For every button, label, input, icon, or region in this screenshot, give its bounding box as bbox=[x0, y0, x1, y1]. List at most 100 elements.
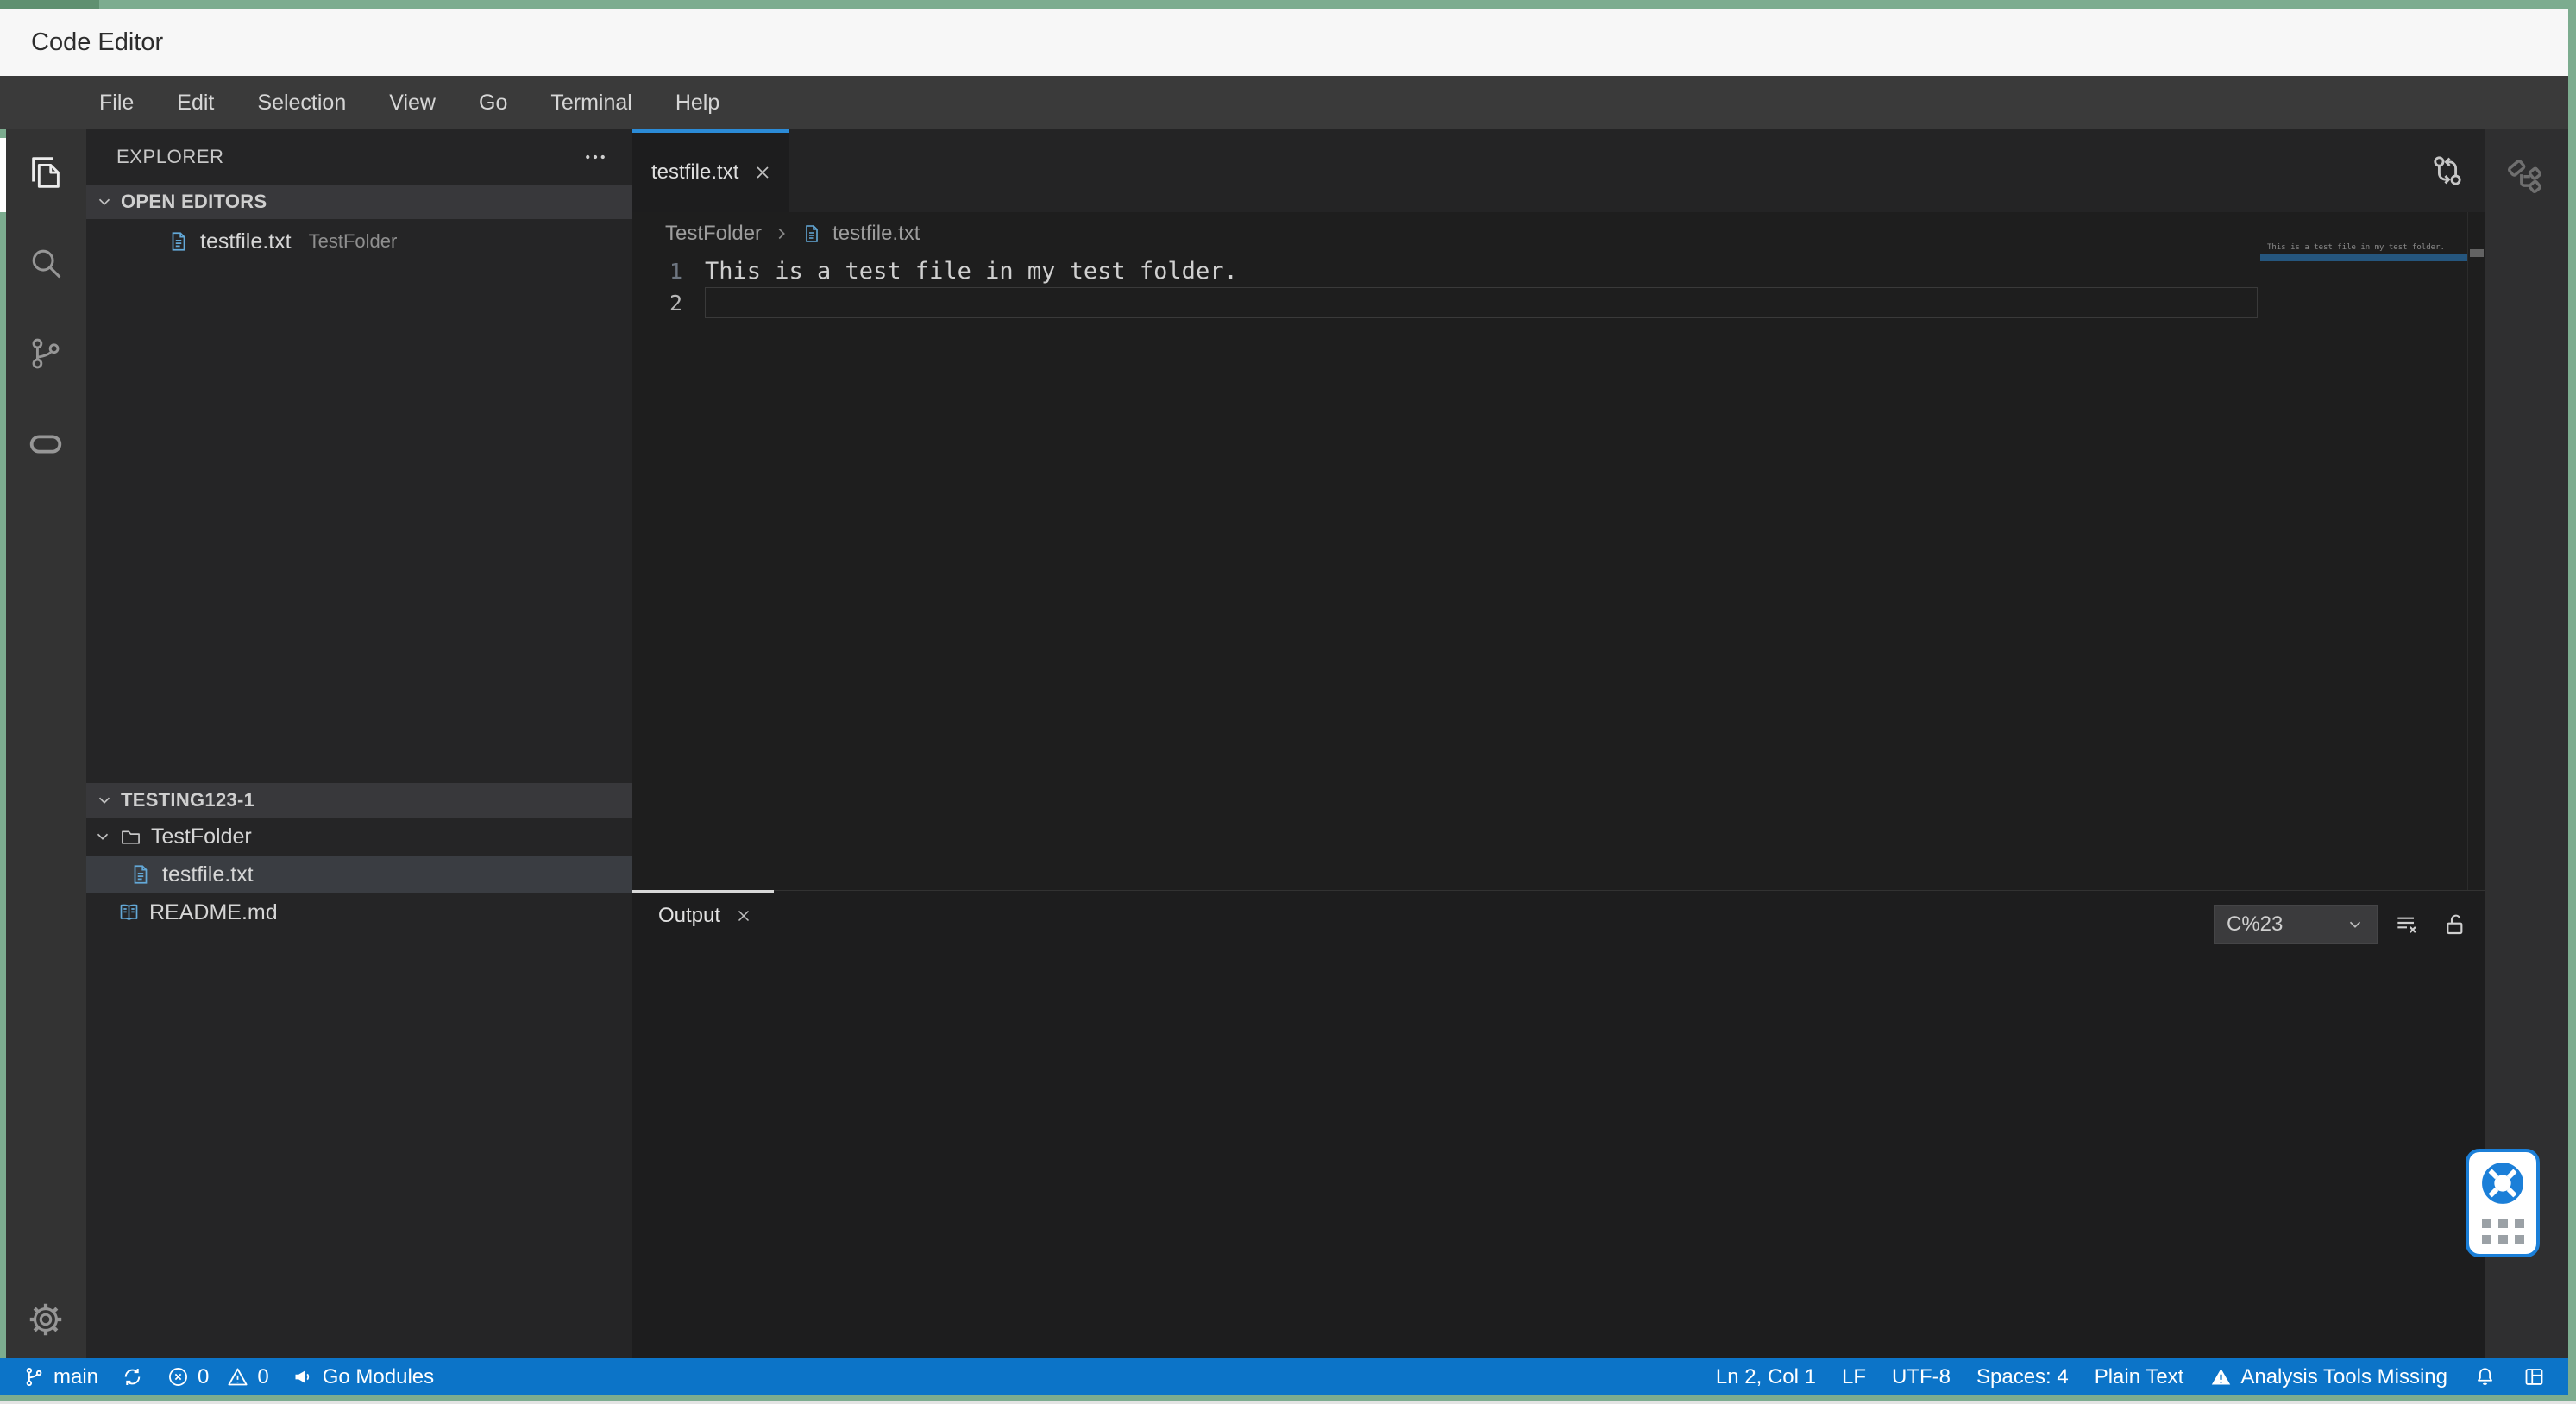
folder-name: TestFolder bbox=[151, 824, 252, 849]
hierarchy-icon[interactable] bbox=[2504, 155, 2548, 200]
line-number-2: 2 bbox=[669, 291, 682, 316]
encoding-indicator[interactable]: UTF-8 bbox=[1892, 1358, 1951, 1395]
window-border-left bbox=[0, 129, 6, 1358]
scrollbar-thumb[interactable] bbox=[2470, 249, 2484, 257]
open-editor-file-name: testfile.txt bbox=[200, 229, 292, 254]
code-line-1: 1 This is a test file in my test folder. bbox=[632, 255, 2485, 287]
menu-item-go[interactable]: Go bbox=[462, 85, 524, 121]
go-modules-status[interactable]: Go Modules bbox=[292, 1358, 434, 1395]
close-icon[interactable] bbox=[752, 162, 773, 183]
panel-tab-label: Output bbox=[658, 904, 721, 927]
open-editors-section[interactable]: OPEN EDITORS bbox=[86, 185, 632, 219]
editor-scrollbar[interactable] bbox=[2467, 212, 2485, 890]
minimap-line-text: This is a test file in my test folder. bbox=[2267, 243, 2445, 252]
warning-count: 0 bbox=[257, 1364, 269, 1388]
cursor-position[interactable]: Ln 2, Col 1 bbox=[1716, 1358, 1816, 1395]
source-control-icon[interactable] bbox=[26, 334, 66, 373]
search-icon[interactable] bbox=[26, 243, 66, 283]
status-left: main 0 0 Go Modules bbox=[22, 1358, 434, 1395]
minimap[interactable]: This is a test file in my test folder. bbox=[2260, 238, 2467, 290]
status-right: Ln 2, Col 1 LF UTF-8 Spaces: 4 Plain Tex… bbox=[1716, 1358, 2546, 1395]
menu-item-edit[interactable]: Edit bbox=[160, 85, 230, 121]
help-widget[interactable] bbox=[2466, 1149, 2540, 1257]
tab-label: testfile.txt bbox=[651, 160, 739, 184]
menu-item-terminal[interactable]: Terminal bbox=[534, 85, 648, 121]
panel-tab-output[interactable]: Output bbox=[632, 891, 779, 941]
code-editor[interactable]: 1 This is a test file in my test folder.… bbox=[632, 255, 2485, 890]
problems-status[interactable]: 0 0 bbox=[166, 1358, 269, 1395]
layout-icon bbox=[2523, 1365, 2546, 1388]
open-editors-label: OPEN EDITORS bbox=[121, 191, 267, 212]
tree-row-testfolder[interactable]: TestFolder bbox=[86, 818, 632, 856]
explorer-header: EXPLORER bbox=[86, 129, 632, 185]
text-file-icon bbox=[167, 230, 190, 253]
gear-icon[interactable] bbox=[26, 1300, 66, 1339]
sync-icon bbox=[121, 1365, 144, 1388]
editor-group: testfile.txt TestFolder testfile.txt 1 T… bbox=[632, 129, 2485, 1358]
window-border-top-left-segment bbox=[0, 0, 99, 9]
go-modules-label: Go Modules bbox=[322, 1364, 435, 1388]
eol-indicator[interactable]: LF bbox=[1842, 1358, 1866, 1395]
app-window: Code Editor File Edit Selection View Go … bbox=[0, 0, 2576, 1404]
line-number-1: 1 bbox=[669, 259, 682, 284]
git-branch-icon bbox=[22, 1365, 46, 1388]
chevron-down-icon bbox=[95, 791, 114, 810]
analysis-warning-label: Analysis Tools Missing bbox=[2240, 1364, 2447, 1388]
open-editor-file-detail: TestFolder bbox=[308, 230, 398, 252]
panel-controls: C%23 bbox=[2214, 905, 2474, 944]
branch-status[interactable]: main bbox=[22, 1358, 98, 1395]
chevron-right-icon bbox=[772, 224, 791, 243]
output-channel-select[interactable]: C%23 bbox=[2214, 905, 2378, 944]
window-border-top bbox=[0, 0, 2576, 9]
text-file-icon bbox=[129, 863, 152, 886]
output-panel: Output C%23 bbox=[632, 890, 2485, 1358]
indentation-indicator[interactable]: Spaces: 4 bbox=[1976, 1358, 2069, 1395]
selected-file-name: testfile.txt bbox=[162, 862, 254, 887]
bell-icon bbox=[2473, 1365, 2497, 1388]
breadcrumb-folder[interactable]: TestFolder bbox=[665, 222, 762, 246]
chevron-down-icon bbox=[93, 827, 112, 846]
status-bar: main 0 0 Go Modules Ln 2, Col 1 LF UTF-8… bbox=[0, 1358, 2568, 1395]
sync-button[interactable] bbox=[121, 1358, 144, 1395]
chevron-down-icon bbox=[2346, 915, 2365, 934]
title-bar: Code Editor bbox=[0, 9, 2568, 76]
tab-strip: testfile.txt bbox=[632, 129, 2485, 212]
error-count: 0 bbox=[198, 1364, 210, 1388]
tree-row-testfile-selected[interactable]: testfile.txt bbox=[86, 856, 632, 893]
menu-item-file[interactable]: File bbox=[83, 85, 150, 121]
explorer-sidebar: EXPLORER OPEN EDITORS testfile.txt TestF… bbox=[86, 129, 632, 1358]
clear-output-icon[interactable] bbox=[2388, 906, 2426, 943]
language-mode[interactable]: Plain Text bbox=[2095, 1358, 2184, 1395]
warning-icon bbox=[226, 1365, 249, 1388]
tab-testfile[interactable]: testfile.txt bbox=[632, 129, 789, 212]
menu-item-help[interactable]: Help bbox=[659, 85, 736, 121]
breadcrumb-file[interactable]: testfile.txt bbox=[832, 222, 920, 246]
menu-item-selection[interactable]: Selection bbox=[241, 85, 362, 121]
markdown-file-icon bbox=[117, 901, 141, 925]
folder-icon bbox=[119, 825, 142, 849]
branch-name: main bbox=[53, 1364, 99, 1388]
analysis-warning[interactable]: Analysis Tools Missing bbox=[2209, 1358, 2447, 1395]
workspace-section[interactable]: TESTING123-1 bbox=[86, 783, 632, 818]
more-actions-icon[interactable] bbox=[582, 144, 608, 170]
capsule-extension-icon[interactable] bbox=[26, 424, 66, 464]
layout-toggle[interactable] bbox=[2523, 1358, 2546, 1395]
notifications-bell[interactable] bbox=[2473, 1358, 2497, 1395]
open-editor-item-testfile[interactable]: testfile.txt TestFolder bbox=[86, 223, 632, 260]
current-line-highlight bbox=[705, 287, 2258, 318]
lifebuoy-icon[interactable] bbox=[2478, 1158, 2528, 1208]
code-line-1-text: This is a test file in my test folder. bbox=[705, 258, 1238, 285]
explorer-icon[interactable] bbox=[26, 153, 66, 192]
menu-item-view[interactable]: View bbox=[373, 85, 452, 121]
close-icon[interactable] bbox=[734, 906, 753, 925]
compare-changes-icon[interactable] bbox=[2428, 151, 2467, 191]
text-file-icon bbox=[801, 223, 822, 244]
tree-row-readme[interactable]: README.md bbox=[86, 893, 632, 931]
readme-file-name: README.md bbox=[149, 899, 278, 925]
lock-scrolling-icon[interactable] bbox=[2436, 906, 2474, 943]
window-title: Code Editor bbox=[31, 28, 164, 56]
megaphone-icon bbox=[292, 1365, 315, 1388]
drag-handle-grid-icon[interactable] bbox=[2481, 1219, 2524, 1244]
error-icon bbox=[166, 1365, 190, 1388]
warning-filled-icon bbox=[2209, 1365, 2233, 1388]
